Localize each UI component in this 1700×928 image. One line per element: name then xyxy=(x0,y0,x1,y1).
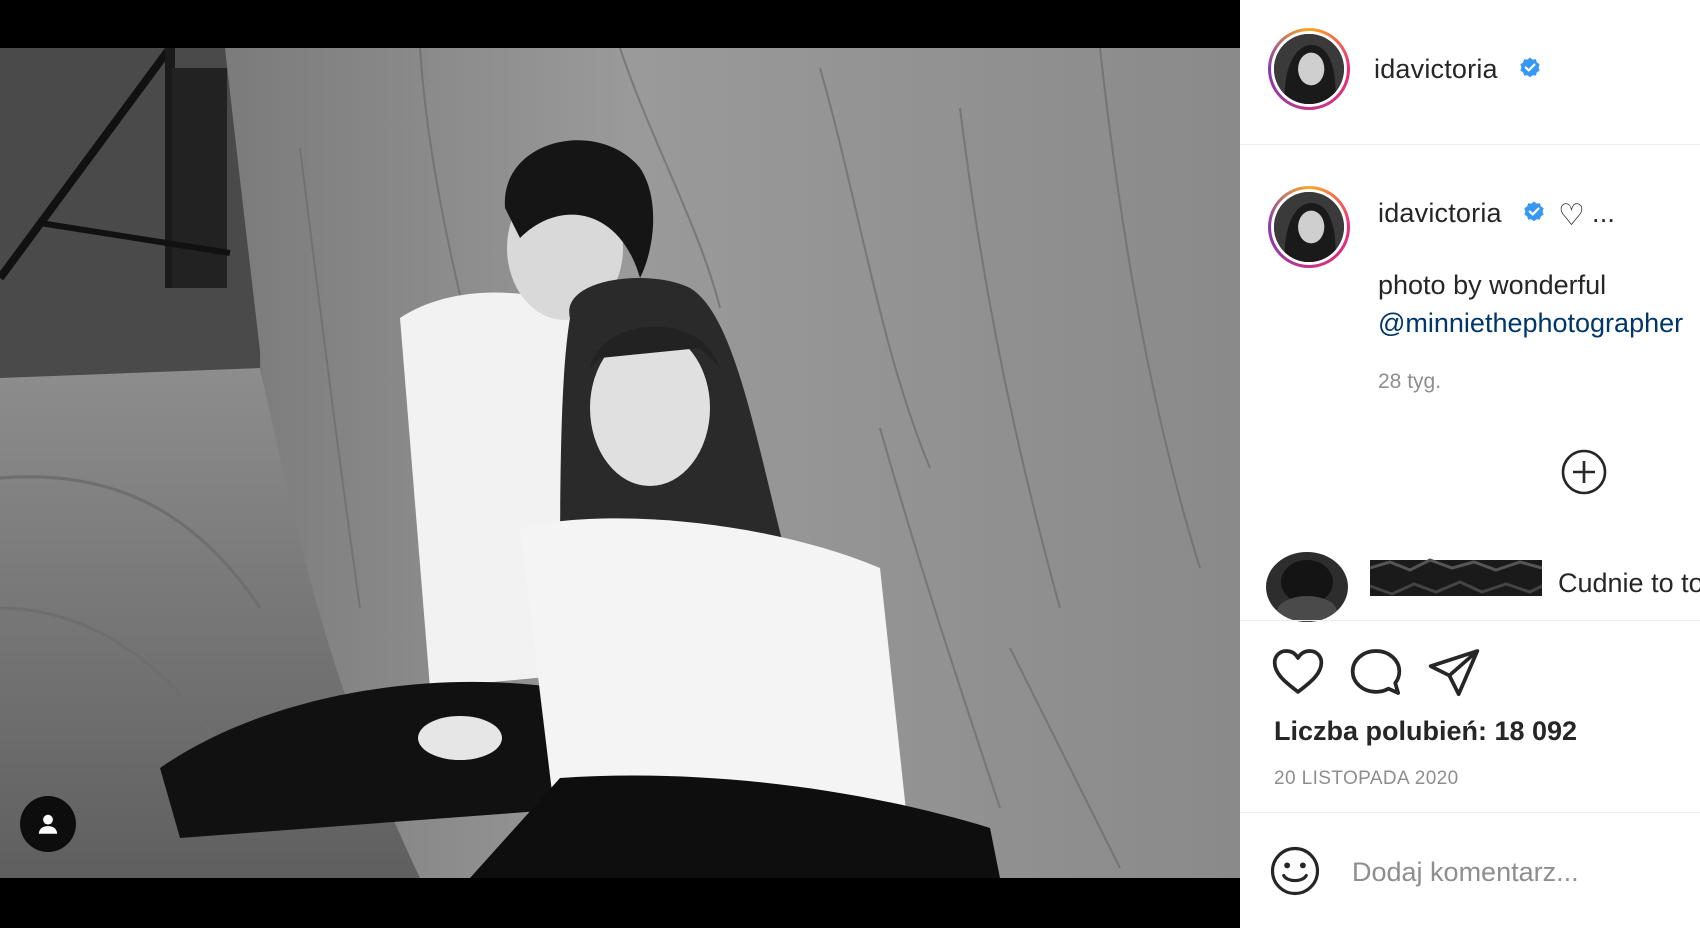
tag-people-button[interactable] xyxy=(20,796,76,852)
user-tag-icon xyxy=(38,814,58,834)
verified-badge-icon xyxy=(1520,57,1540,78)
avatar-portrait-icon xyxy=(1274,192,1344,262)
heart-icon[interactable] xyxy=(1270,644,1326,700)
caption-mention-link[interactable]: @minniethephotographer xyxy=(1378,308,1683,339)
caption-timestamp[interactable]: 28 tyg. xyxy=(1378,370,1441,394)
comments-divider xyxy=(1240,620,1700,621)
actions-divider xyxy=(1240,812,1700,813)
header-avatar[interactable] xyxy=(1268,28,1350,110)
caption-username[interactable]: idavictoria xyxy=(1378,198,1502,229)
smiley-icon[interactable] xyxy=(1268,844,1322,898)
photo-viewer xyxy=(0,0,1240,928)
paper-plane-icon[interactable] xyxy=(1426,644,1482,700)
header-divider xyxy=(1240,144,1700,145)
caption-ellipsis: ... xyxy=(1592,198,1616,228)
header-avatar-image xyxy=(1274,34,1344,104)
likes-count[interactable]: Liczba polubień: 18 092 xyxy=(1274,716,1577,747)
comment-text: Cudnie to to xyxy=(1558,568,1700,598)
caption-text: photo by wonderful xyxy=(1378,270,1607,300)
caption-heart-emoji: ♡ xyxy=(1558,199,1586,232)
header-username[interactable]: idavictoria xyxy=(1374,54,1498,85)
add-comment-input[interactable] xyxy=(1352,850,1682,894)
comment-bubble-icon[interactable] xyxy=(1348,644,1404,700)
comment-avatar-image xyxy=(1266,552,1348,622)
header-avatar-frame xyxy=(1271,31,1347,107)
comment-avatar[interactable] xyxy=(1266,552,1348,622)
avatar-portrait-icon xyxy=(1274,34,1344,104)
post-photo-illustration xyxy=(0,48,1240,878)
caption-avatar[interactable] xyxy=(1268,186,1350,268)
caption-avatar-frame xyxy=(1271,189,1347,265)
plus-circle-icon[interactable] xyxy=(1560,448,1608,496)
caption-avatar-image xyxy=(1274,192,1344,262)
post-details-panel: idavictoria idavictoria ♡ ... photo by w… xyxy=(1240,0,1700,928)
verified-badge-icon xyxy=(1524,201,1544,222)
post-photo[interactable] xyxy=(0,48,1240,878)
comment-username-redacted xyxy=(1370,558,1542,596)
post-date[interactable]: 20 LISTOPADA 2020 xyxy=(1274,768,1459,790)
